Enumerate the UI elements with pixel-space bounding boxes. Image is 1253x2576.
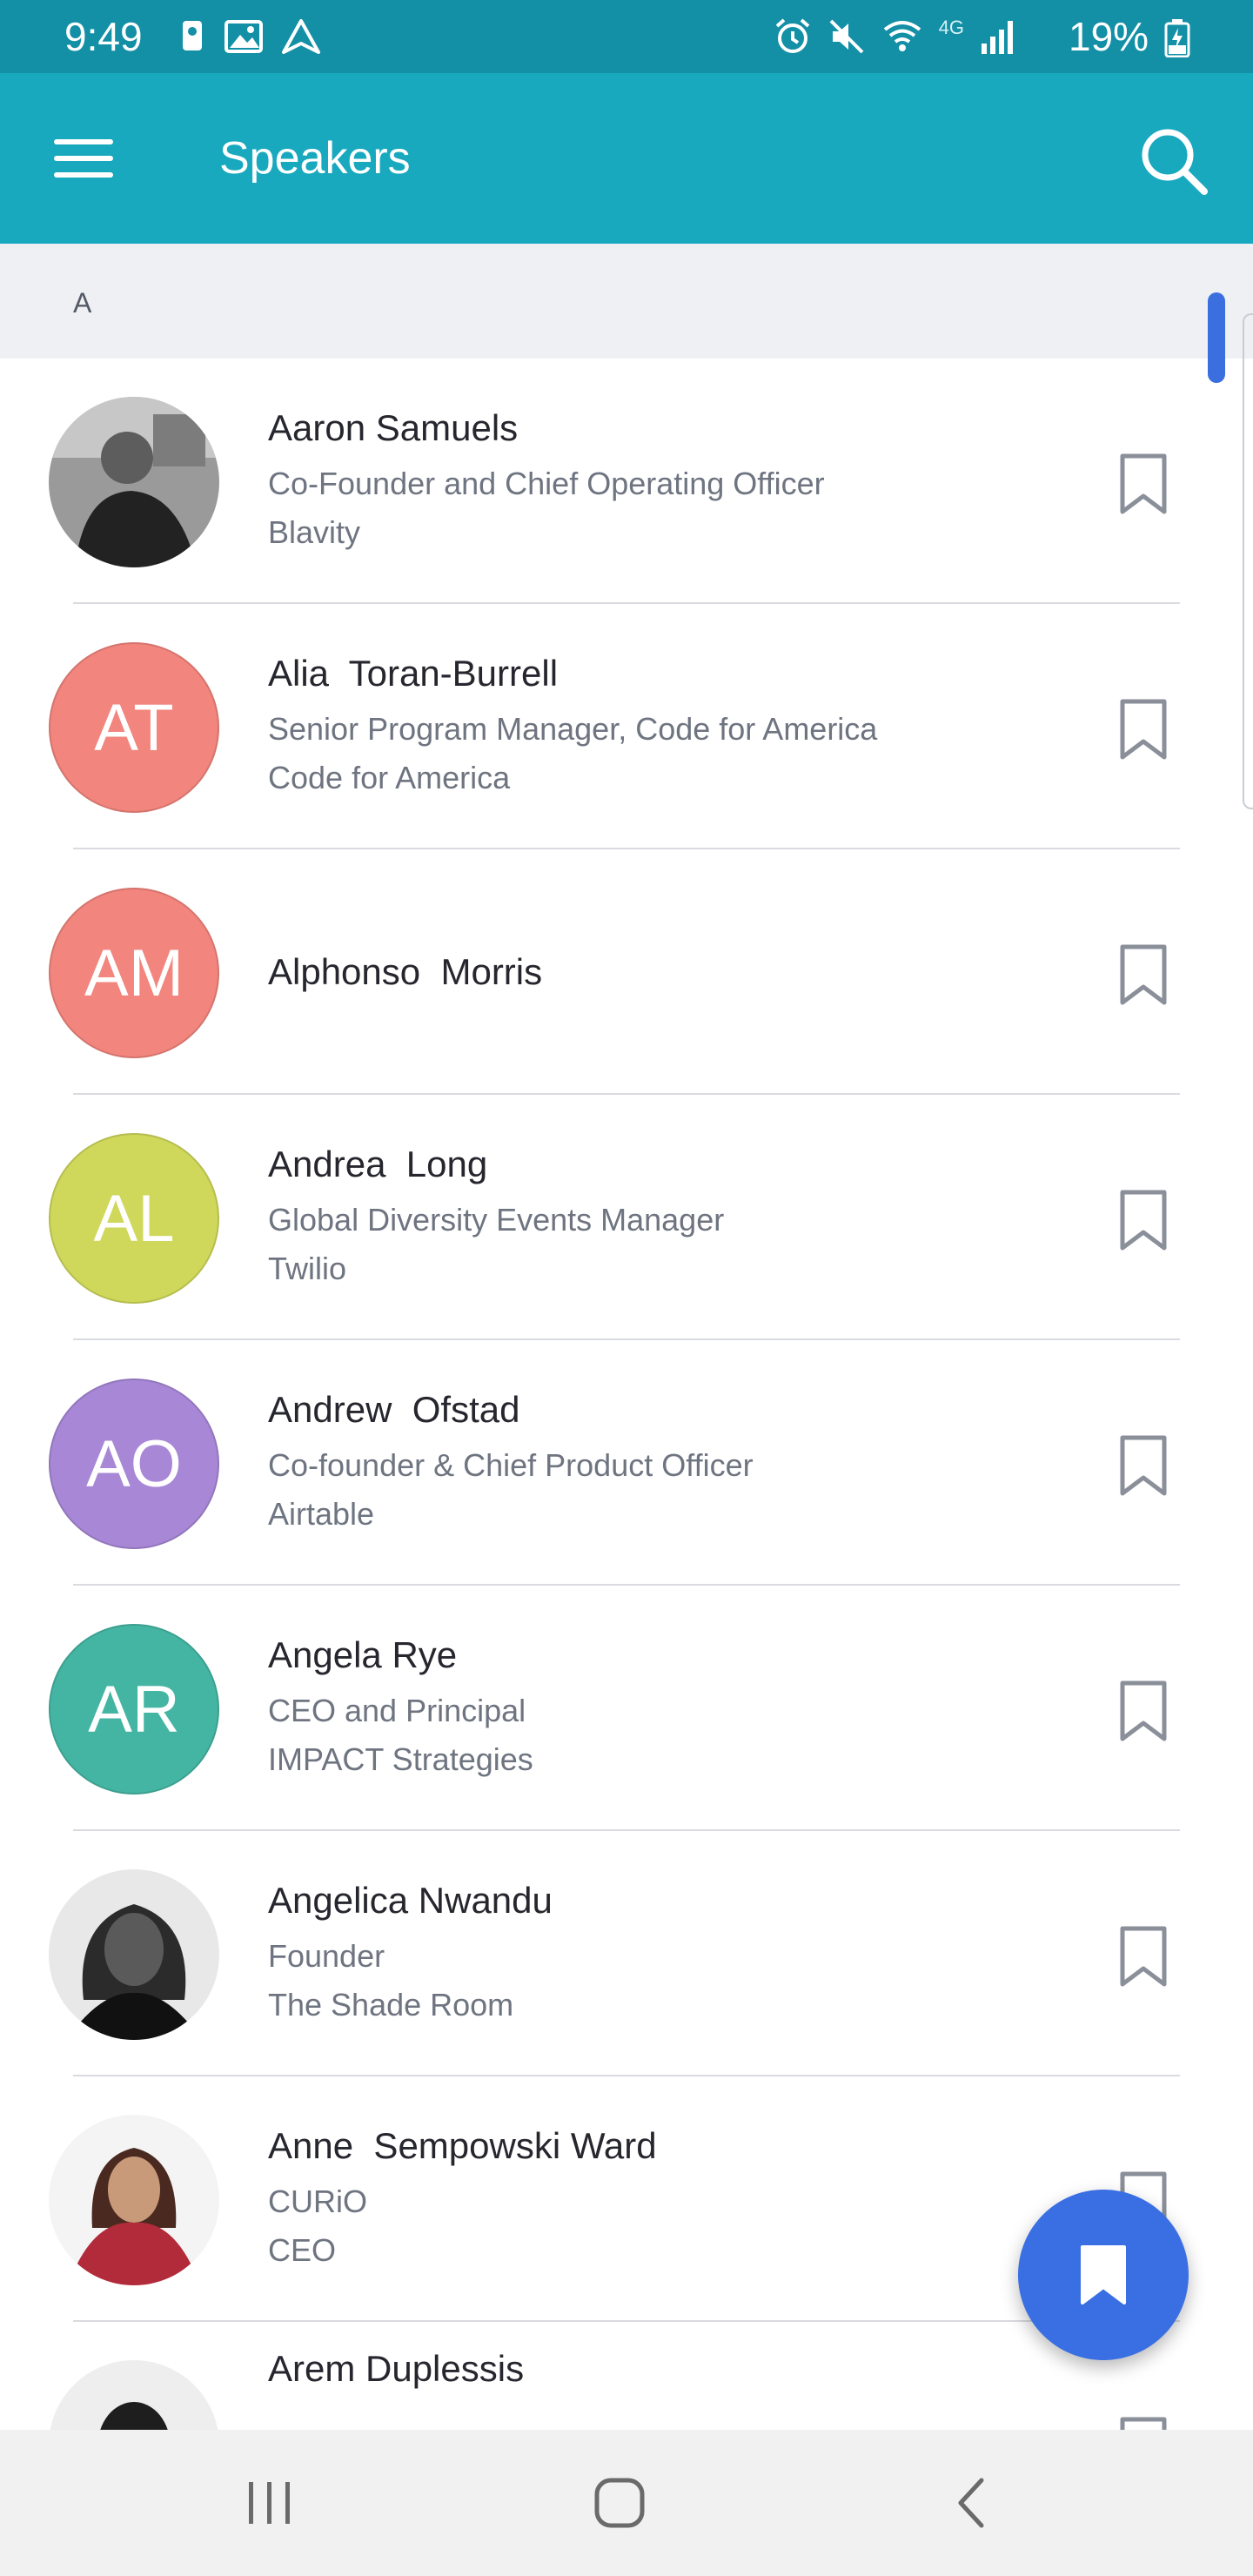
status-time: 9:49 — [64, 14, 143, 59]
speaker-name: Alia Toran-Burrell — [268, 653, 559, 694]
speaker-company: Twilio — [268, 1251, 347, 1286]
scroll-track — [1243, 313, 1253, 809]
speaker-title: CEO and Principal — [268, 1693, 526, 1728]
bookmark-icon[interactable] — [1116, 453, 1171, 515]
bookmark-icon[interactable] — [1116, 698, 1171, 761]
location-pin-icon — [183, 21, 202, 50]
speaker-name: Angelica Nwandu — [268, 1880, 553, 1921]
speaker-row[interactable]: AR Angela Rye CEO and Principal IMPACT S… — [0, 1586, 1253, 1831]
section-letter: A — [73, 287, 92, 319]
speaker-name: Andrew Ofstad — [268, 1389, 520, 1430]
speaker-name: Andrea Long — [268, 1144, 488, 1184]
avatar — [49, 2360, 219, 2430]
avatar: AM — [49, 888, 219, 1058]
home-button[interactable] — [533, 2430, 707, 2576]
speaker-title: Global Diversity Events Manager — [268, 1202, 725, 1238]
avatar-photo — [49, 397, 219, 567]
speaker-company: CEO — [268, 2232, 337, 2268]
speaker-row[interactable]: Aaron Samuels Co-Founder and Chief Opera… — [0, 359, 1253, 604]
bookmark-icon[interactable] — [1116, 1680, 1171, 1742]
section-header: A — [0, 244, 1253, 359]
speaker-title: Co-Founder and Chief Operating Officer — [268, 466, 825, 501]
speaker-row[interactable]: AL Andrea Long Global Diversity Events M… — [0, 1095, 1253, 1340]
avatar-photo — [49, 2115, 219, 2285]
speaker-text: Anne Sempowski Ward CURiO CEO — [268, 2076, 929, 2322]
speaker-name: Aaron Samuels — [268, 407, 519, 448]
bookmark-icon[interactable] — [1116, 2416, 1171, 2430]
bookmark-icon — [1081, 2245, 1126, 2304]
nav-bar — [0, 2430, 1253, 2576]
page-title: Speakers — [219, 133, 411, 184]
scrollbar-thumb[interactable] — [1208, 292, 1225, 383]
speaker-title: Co-founder & Chief Product Officer — [268, 1447, 754, 1483]
mute-icon — [829, 19, 864, 54]
avatar: AT — [49, 642, 219, 813]
avatar — [49, 397, 219, 567]
speaker-company: Blavity — [268, 514, 361, 550]
avatar: AR — [49, 1624, 219, 1794]
avatar-photo — [49, 2360, 219, 2430]
speaker-name: Angela Rye — [268, 1634, 458, 1675]
bookmark-icon[interactable] — [1116, 943, 1171, 1006]
avatar — [49, 1869, 219, 2040]
speaker-name: Anne Sempowski Ward — [268, 2125, 657, 2166]
avatar: AL — [49, 1133, 219, 1304]
bookmarks-fab-button[interactable] — [1018, 2190, 1189, 2360]
bookmark-icon[interactable] — [1116, 1189, 1171, 1251]
menu-button[interactable] — [50, 134, 117, 183]
speaker-text: Aaron Samuels Co-Founder and Chief Opera… — [268, 359, 929, 604]
back-button[interactable] — [884, 2430, 1058, 2576]
wifi-icon — [883, 21, 921, 51]
speaker-row[interactable]: Angelica Nwandu Founder The Shade Room — [0, 1831, 1253, 2076]
recent-apps-icon — [249, 2482, 290, 2524]
bookmark-icon[interactable] — [1116, 1925, 1171, 1988]
speaker-title: CURiO — [268, 2184, 367, 2219]
speaker-row[interactable]: AO Andrew Ofstad Co-founder & Chief Prod… — [0, 1340, 1253, 1586]
speaker-row[interactable]: AM Alphonso Morris — [0, 849, 1253, 1095]
speaker-company: IMPACT Strategies — [268, 1741, 533, 1777]
home-icon — [594, 2478, 645, 2528]
speaker-text: Arem Duplessis — [268, 2322, 929, 2430]
app-bar: Speakers — [0, 73, 1253, 244]
recent-apps-button[interactable] — [183, 2430, 357, 2576]
speaker-title: Senior Program Manager, Code for America — [268, 711, 878, 747]
status-left-icons — [179, 16, 320, 57]
battery-icon — [1164, 19, 1190, 57]
avatar: AO — [49, 1379, 219, 1549]
speaker-text: Angela Rye CEO and Principal IMPACT Stra… — [268, 1586, 929, 1831]
image-icon — [224, 20, 263, 53]
speaker-row[interactable]: AT Alia Toran-Burrell Senior Program Man… — [0, 604, 1253, 849]
navigation-icon — [282, 19, 320, 54]
speaker-title: Founder — [268, 1938, 385, 1974]
speaker-company: Airtable — [268, 1496, 375, 1532]
network-label: 4G — [938, 17, 964, 38]
battery-percent: 19% — [1069, 14, 1149, 59]
speaker-text: Alphonso Morris — [268, 849, 929, 1095]
speaker-company: Code for America — [268, 760, 511, 795]
speaker-name: Arem Duplessis — [268, 2348, 525, 2389]
speaker-text: Alia Toran-Burrell Senior Program Manage… — [268, 604, 929, 849]
search-icon[interactable] — [1136, 124, 1211, 198]
bookmark-icon[interactable] — [1116, 1434, 1171, 1497]
avatar-photo — [49, 1869, 219, 2040]
status-bar: 9:49 4G 19% — [0, 0, 1253, 73]
signal-icon — [982, 21, 1013, 54]
speaker-text: Andrea Long Global Diversity Events Mana… — [268, 1095, 929, 1340]
speaker-list: Aaron Samuels Co-Founder and Chief Opera… — [0, 359, 1253, 2430]
speaker-name: Alphonso Morris — [268, 951, 543, 992]
speaker-company: The Shade Room — [268, 1987, 514, 2023]
speaker-text: Andrew Ofstad Co-founder & Chief Product… — [268, 1340, 929, 1586]
back-icon — [958, 2478, 984, 2528]
avatar — [49, 2115, 219, 2285]
status-right-icons: 4G — [774, 16, 1018, 57]
speaker-text: Angelica Nwandu Founder The Shade Room — [268, 1831, 929, 2076]
alarm-icon — [775, 18, 809, 53]
